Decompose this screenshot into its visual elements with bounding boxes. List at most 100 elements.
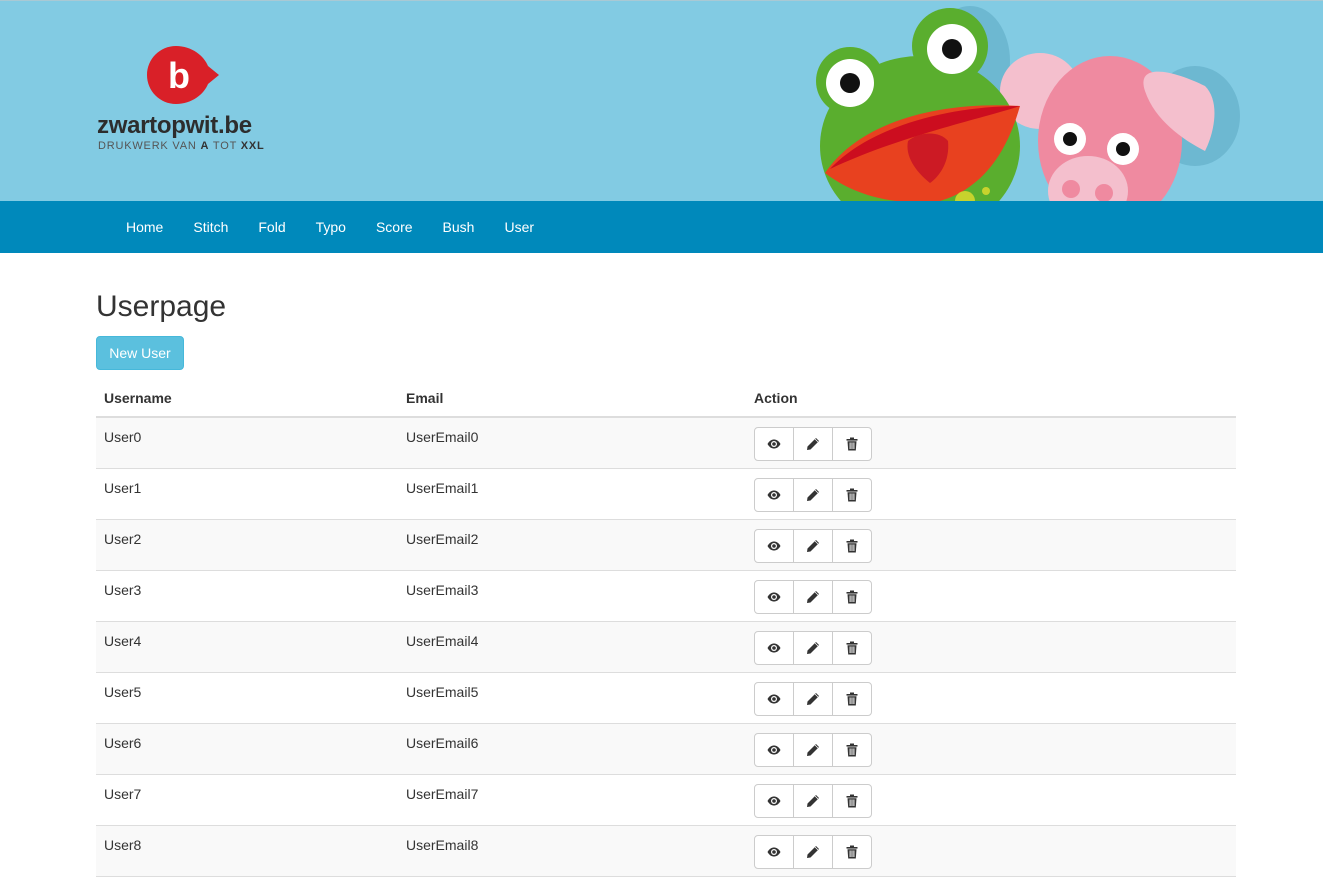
- email-cell: UserEmail4: [406, 633, 479, 649]
- pencil-icon: [807, 642, 819, 654]
- table-row: User3 UserEmail3: [96, 571, 1236, 622]
- edit-button[interactable]: [793, 478, 833, 512]
- delete-button[interactable]: [832, 580, 872, 614]
- eye-icon: [767, 643, 781, 653]
- username-cell: User2: [104, 531, 142, 547]
- delete-button[interactable]: [832, 733, 872, 767]
- view-button[interactable]: [754, 682, 794, 716]
- table-row: User6 UserEmail6: [96, 724, 1236, 775]
- edit-button[interactable]: [793, 529, 833, 563]
- nav-list: Home Stitch Fold Typo Score Bush User: [111, 201, 549, 253]
- nav-item-bush[interactable]: Bush: [428, 201, 490, 253]
- eye-icon: [767, 694, 781, 704]
- pencil-icon: [807, 438, 819, 450]
- edit-button[interactable]: [793, 784, 833, 818]
- trash-icon: [846, 539, 858, 553]
- table-row: User4 UserEmail4: [96, 622, 1236, 673]
- row-actions: [754, 835, 872, 869]
- eye-icon: [767, 439, 781, 449]
- trash-icon: [846, 590, 858, 604]
- brand-name: zwartopwit.be: [97, 112, 252, 139]
- eye-icon: [767, 847, 781, 857]
- site-header: b zwartopwit.be DRUKWERK VAN A TOT XXL: [0, 0, 1323, 201]
- table-row: User8 UserEmail8: [96, 826, 1236, 877]
- table-body: User0 UserEmail0 User1 UserEmail1 User2 …: [96, 418, 1236, 877]
- brand-tagline: DRUKWERK VAN A TOT XXL: [98, 140, 265, 152]
- trash-icon: [846, 743, 858, 757]
- page-title: Userpage: [96, 290, 227, 323]
- email-cell: UserEmail2: [406, 531, 479, 547]
- delete-button[interactable]: [832, 478, 872, 512]
- table-row: User0 UserEmail0: [96, 418, 1236, 469]
- view-button[interactable]: [754, 478, 794, 512]
- svg-text:b: b: [168, 55, 190, 96]
- column-header-action: Action: [754, 390, 798, 406]
- nav-item-typo[interactable]: Typo: [301, 201, 361, 253]
- trash-icon: [846, 794, 858, 808]
- delete-button[interactable]: [832, 682, 872, 716]
- pencil-icon: [807, 489, 819, 501]
- row-actions: [754, 631, 872, 665]
- edit-button[interactable]: [793, 835, 833, 869]
- email-cell: UserEmail0: [406, 429, 479, 445]
- table-row: User7 UserEmail7: [96, 775, 1236, 826]
- view-button[interactable]: [754, 529, 794, 563]
- nav-item-score[interactable]: Score: [361, 201, 428, 253]
- table-row: User1 UserEmail1: [96, 469, 1236, 520]
- edit-button[interactable]: [793, 631, 833, 665]
- column-header-username: Username: [104, 390, 172, 406]
- view-button[interactable]: [754, 733, 794, 767]
- delete-button[interactable]: [832, 631, 872, 665]
- eye-icon: [767, 592, 781, 602]
- trash-icon: [846, 437, 858, 451]
- new-user-button[interactable]: New User: [96, 336, 184, 370]
- trash-icon: [846, 488, 858, 502]
- delete-button[interactable]: [832, 784, 872, 818]
- pencil-icon: [807, 846, 819, 858]
- delete-button[interactable]: [832, 835, 872, 869]
- brand-logo[interactable]: b zwartopwit.be DRUKWERK VAN A TOT XXL: [97, 44, 297, 159]
- nav-item-stitch[interactable]: Stitch: [178, 201, 243, 253]
- username-cell: User5: [104, 684, 142, 700]
- edit-button[interactable]: [793, 682, 833, 716]
- view-button[interactable]: [754, 784, 794, 818]
- trash-icon: [846, 692, 858, 706]
- edit-button[interactable]: [793, 427, 833, 461]
- username-cell: User6: [104, 735, 142, 751]
- email-cell: UserEmail5: [406, 684, 479, 700]
- users-table: Username Email Action User0 UserEmail0 U…: [96, 380, 1236, 877]
- username-cell: User4: [104, 633, 142, 649]
- pencil-icon: [807, 693, 819, 705]
- row-actions: [754, 682, 872, 716]
- column-header-email: Email: [406, 390, 444, 406]
- row-actions: [754, 478, 872, 512]
- nav-item-user[interactable]: User: [489, 201, 549, 253]
- trash-icon: [846, 641, 858, 655]
- delete-button[interactable]: [832, 427, 872, 461]
- trash-icon: [846, 845, 858, 859]
- row-actions: [754, 427, 872, 461]
- pencil-icon: [807, 540, 819, 552]
- view-button[interactable]: [754, 427, 794, 461]
- email-cell: UserEmail6: [406, 735, 479, 751]
- table-row: User2 UserEmail2: [96, 520, 1236, 571]
- edit-button[interactable]: [793, 580, 833, 614]
- email-cell: UserEmail8: [406, 837, 479, 853]
- view-button[interactable]: [754, 835, 794, 869]
- delete-button[interactable]: [832, 529, 872, 563]
- username-cell: User1: [104, 480, 142, 496]
- edit-button[interactable]: [793, 733, 833, 767]
- row-actions: [754, 784, 872, 818]
- table-row: User5 UserEmail5: [96, 673, 1236, 724]
- nav-item-home[interactable]: Home: [111, 201, 178, 253]
- email-cell: UserEmail1: [406, 480, 479, 496]
- row-actions: [754, 733, 872, 767]
- username-cell: User8: [104, 837, 142, 853]
- view-button[interactable]: [754, 631, 794, 665]
- mascot-illustration: [816, 6, 1240, 201]
- main-navbar: Home Stitch Fold Typo Score Bush User: [0, 201, 1323, 253]
- username-cell: User3: [104, 582, 142, 598]
- nav-item-fold[interactable]: Fold: [243, 201, 300, 253]
- logo-mark-icon: b: [147, 46, 219, 104]
- view-button[interactable]: [754, 580, 794, 614]
